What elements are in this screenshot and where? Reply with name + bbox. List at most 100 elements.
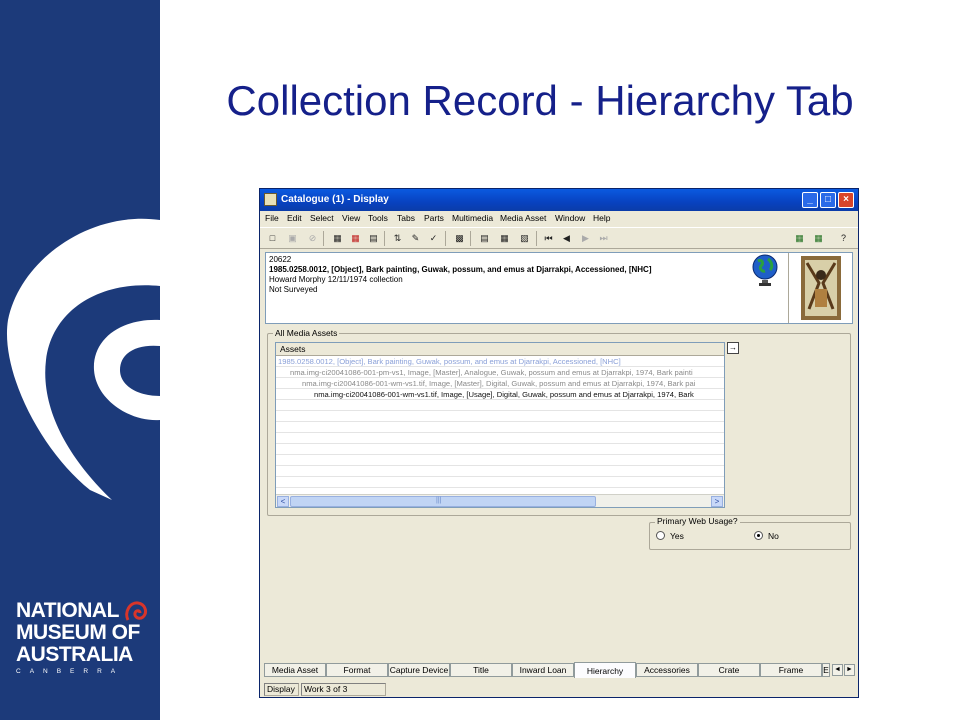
spellcheck-icon[interactable]: ✓ <box>426 231 441 246</box>
tab-title[interactable]: Title <box>450 663 512 677</box>
tab-scroll-right-button[interactable]: ► <box>844 664 855 676</box>
copy-icon[interactable]: ▦ <box>330 231 345 246</box>
empty-row <box>276 467 724 477</box>
record-summary: 1985.0258.0012, [Object], Bark painting,… <box>269 265 652 274</box>
empty-row <box>276 445 724 455</box>
menu-tools[interactable]: Tools <box>368 213 388 223</box>
empty-row <box>276 412 724 422</box>
menu-window[interactable]: Window <box>555 213 585 223</box>
web-usage-no-label[interactable]: No <box>768 531 779 541</box>
asset-row-root[interactable]: 1985.0258.0012, [Object], Bark painting,… <box>276 357 724 367</box>
logo-line-museum-of: MUSEUM OF <box>16 621 140 644</box>
minimize-button[interactable]: _ <box>802 192 818 208</box>
web-usage-yes-radio[interactable] <box>656 531 665 540</box>
web-usage-yes-label[interactable]: Yes <box>670 531 684 541</box>
open-asset-button[interactable]: → <box>727 342 739 354</box>
tab-media-asset[interactable]: Media Asset <box>264 663 326 677</box>
bark-painting-image <box>801 256 841 320</box>
tab-capture-device[interactable]: Capture Device <box>388 663 450 677</box>
sort-icon[interactable]: ⇅ <box>390 231 405 246</box>
first-record-icon[interactable]: ⏮ <box>541 231 556 246</box>
export-icon[interactable]: ▦ <box>792 231 807 246</box>
empty-row <box>276 456 724 466</box>
tab-scroll-left-button[interactable]: ◄ <box>832 664 843 676</box>
brand-bar: NATIONAL MUSEUM OF AUSTRALIA CANBERRA <box>0 0 160 720</box>
scroll-right-button[interactable]: > <box>711 496 723 507</box>
scroll-grip: ||| <box>436 497 442 504</box>
import-icon[interactable]: ▦ <box>811 231 826 246</box>
empty-row <box>276 434 724 444</box>
menu-select[interactable]: Select <box>310 213 334 223</box>
tab-frame[interactable]: Frame <box>760 663 822 677</box>
toolbar: □ ▣ ⊘ ▦ ▦ ▤ ⇅ ✎ ✓ ▩ ▤ ▦ ▧ ⏮ ◀ ▶ ⏭ ▦ ▦ ? <box>260 227 858 249</box>
view-icon[interactable]: ▩ <box>452 231 467 246</box>
window-titlebar[interactable]: Catalogue (1) - Display _ □ × <box>260 189 858 211</box>
menu-view[interactable]: View <box>342 213 360 223</box>
record-collection: Howard Morphy 12/11/1974 collection <box>269 275 403 284</box>
brand-swirl-graphic <box>7 218 160 500</box>
menu-tabs[interactable]: Tabs <box>397 213 415 223</box>
logo-line-canberra: CANBERRA <box>16 668 125 675</box>
next-record-icon[interactable]: ▶ <box>578 231 593 246</box>
status-bar: Display Work 3 of 3 <box>262 683 856 696</box>
maximize-button[interactable]: □ <box>820 192 836 208</box>
save-icon[interactable]: ▣ <box>285 231 300 246</box>
menu-media-asset[interactable]: Media Asset <box>500 213 546 223</box>
menu-file[interactable]: File <box>265 213 279 223</box>
edit-icon[interactable]: ✎ <box>408 231 423 246</box>
cancel-icon[interactable]: ⊘ <box>305 231 320 246</box>
web-usage-no-radio[interactable] <box>754 531 763 540</box>
record-irn: 20622 <box>269 255 292 264</box>
scroll-thumb[interactable]: ||| <box>290 496 596 507</box>
toolbar-separator <box>470 231 471 246</box>
logo-line-national: NATIONAL <box>16 599 119 622</box>
scroll-left-button[interactable]: < <box>277 496 289 507</box>
toolbar-separator <box>384 231 385 246</box>
catalogue-window: Catalogue (1) - Display _ □ × File Edit … <box>259 188 859 698</box>
slide: NATIONAL MUSEUM OF AUSTRALIA CANBERRA Co… <box>0 0 960 720</box>
status-mode: Display <box>264 683 299 696</box>
toolbar-separator <box>323 231 324 246</box>
slide-title: Collection Record - Hierarchy Tab <box>226 77 854 124</box>
table-icon[interactable]: ▦ <box>497 231 512 246</box>
tab-inward-loan[interactable]: Inward Loan <box>512 663 574 677</box>
record-survey-status: Not Surveyed <box>269 285 318 294</box>
record-summary-panel: 20622 1985.0258.0012, [Object], Bark pai… <box>265 252 853 324</box>
window-title: Catalogue (1) - Display <box>281 194 389 205</box>
menu-bar: File Edit Select View Tools Tabs Parts M… <box>260 211 858 226</box>
tab-truncated[interactable]: E <box>822 663 830 677</box>
report-icon[interactable]: ▧ <box>517 231 532 246</box>
globe-icon[interactable] <box>750 253 780 289</box>
toolbar-separator <box>445 231 446 246</box>
paste-icon[interactable]: ▤ <box>366 231 381 246</box>
menu-multimedia[interactable]: Multimedia <box>452 213 493 223</box>
record-tab-strip: Media Asset Format Capture Device Title … <box>264 662 858 678</box>
last-record-icon[interactable]: ⏭ <box>596 231 611 246</box>
asset-row-level2[interactable]: nma.img-ci20041086-001-wm-vs1.tif, Image… <box>276 379 724 389</box>
help-icon[interactable]: ? <box>836 231 851 246</box>
tab-crate[interactable]: Crate <box>698 663 760 677</box>
tab-hierarchy[interactable]: Hierarchy <box>574 662 636 678</box>
close-button[interactable]: × <box>838 192 854 208</box>
assets-hierarchy-grid: Assets 1985.0258.0012, [Object], Bark pa… <box>275 342 725 508</box>
menu-help[interactable]: Help <box>593 213 610 223</box>
tab-format[interactable]: Format <box>326 663 388 677</box>
list-icon[interactable]: ▤ <box>477 231 492 246</box>
horizontal-scrollbar[interactable]: < ||| > <box>276 494 724 507</box>
logo-line-australia: AUSTRALIA <box>16 643 133 666</box>
empty-row <box>276 423 724 433</box>
menu-edit[interactable]: Edit <box>287 213 302 223</box>
primary-web-usage-label: Primary Web Usage? <box>655 516 740 526</box>
asset-row-level3[interactable]: nma.img-ci20041086-001-wm-vs1.tif, Image… <box>276 390 724 400</box>
empty-row <box>276 401 724 411</box>
delete-icon[interactable]: ▦ <box>348 231 363 246</box>
object-thumbnail[interactable] <box>788 253 852 323</box>
new-doc-icon[interactable]: □ <box>265 231 280 246</box>
empty-row <box>276 478 724 488</box>
asset-row-level1[interactable]: nma.img-ci20041086-001-pm-vs1, Image, [M… <box>276 368 724 378</box>
menu-parts[interactable]: Parts <box>424 213 444 223</box>
prev-record-icon[interactable]: ◀ <box>559 231 574 246</box>
assets-column-header[interactable]: Assets <box>276 343 724 356</box>
museum-logo-text: NATIONAL MUSEUM OF AUSTRALIA CANBERRA <box>16 600 140 676</box>
tab-accessories[interactable]: Accessories <box>636 663 698 677</box>
